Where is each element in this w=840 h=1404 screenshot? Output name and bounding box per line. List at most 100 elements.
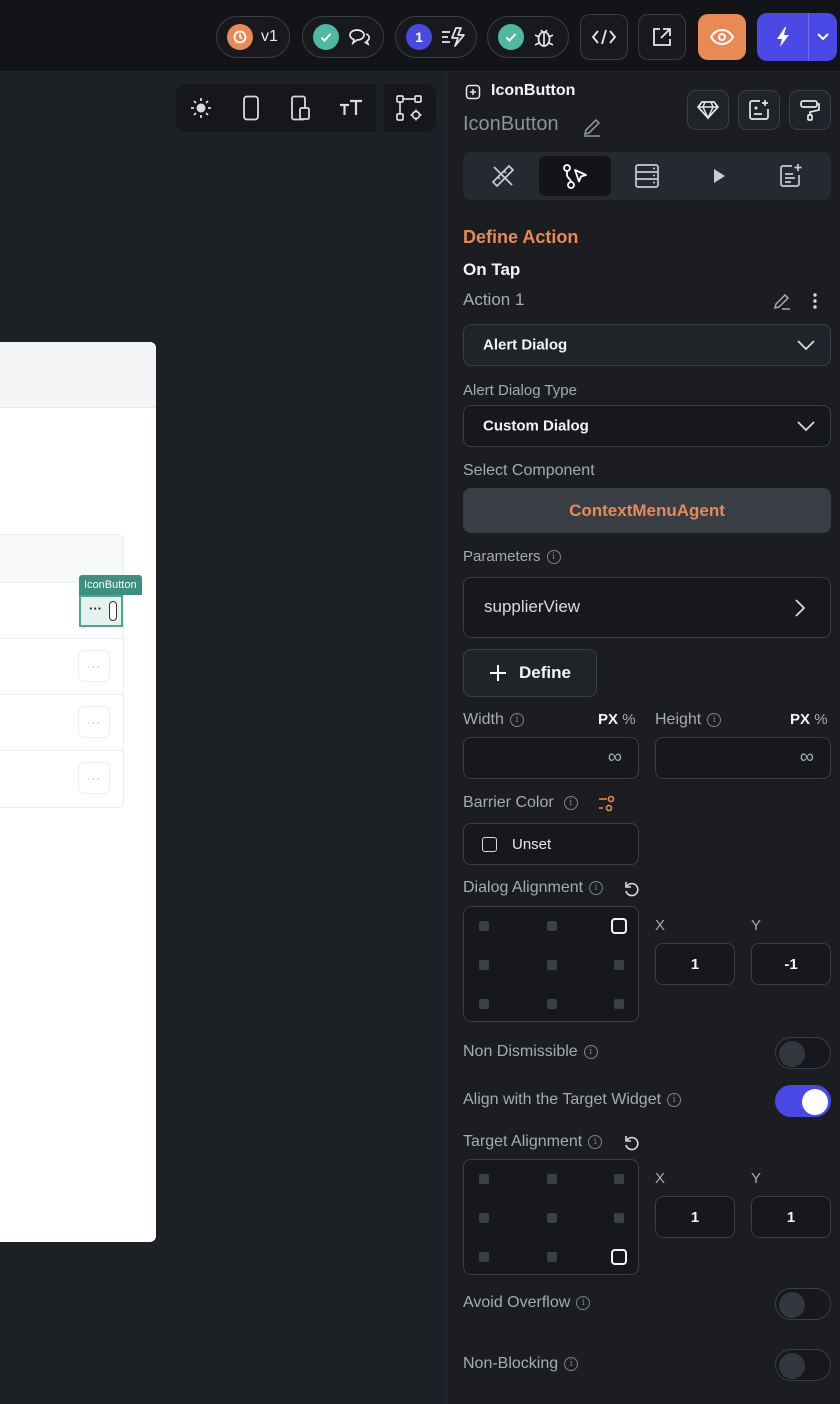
select-component-label: Select Component: [463, 462, 595, 479]
dialog-y-input[interactable]: -1: [751, 943, 831, 985]
paint-roller-icon: [800, 100, 820, 121]
check-icon: [313, 24, 339, 50]
add-to-component-button[interactable]: [738, 90, 780, 130]
align-top-center[interactable]: [547, 1174, 557, 1184]
width-unit-toggle[interactable]: PX %: [598, 711, 636, 728]
code-icon: [591, 29, 617, 45]
align-center[interactable]: [547, 960, 557, 970]
tab-actions[interactable]: [539, 156, 611, 196]
define-action-heading: Define Action: [463, 227, 579, 247]
resize-handle[interactable]: [109, 601, 117, 621]
align-bottom-center[interactable]: [547, 1252, 557, 1262]
reset-icon[interactable]: [623, 880, 641, 898]
target-alignment-grid[interactable]: [463, 1159, 639, 1275]
action-flow-icon: [563, 164, 587, 189]
dialog-alignment-grid[interactable]: [463, 906, 639, 1022]
canvas-toolbar: [176, 84, 436, 132]
component-select-button[interactable]: ContextMenuAgent: [463, 488, 831, 533]
check-icon: [498, 24, 524, 50]
align-target-toggle[interactable]: [775, 1085, 831, 1117]
chevron-down-icon: [797, 340, 815, 351]
align-center-right[interactable]: [614, 1213, 624, 1223]
avoid-overflow-label: Avoid Overflow i: [463, 1294, 591, 1312]
run-button[interactable]: [757, 13, 837, 61]
selected-widget-tag: IconButton: [79, 575, 142, 595]
device-preview[interactable]: ··· ··· ···: [0, 342, 156, 1242]
edit-action-icon[interactable]: [772, 291, 792, 311]
align-center[interactable]: [547, 1213, 557, 1223]
widget-type-label: IconButton: [491, 82, 576, 99]
phone-view-button[interactable]: [226, 84, 276, 132]
target-y-label: Y: [751, 1170, 762, 1187]
action-type-select[interactable]: Alert Dialog: [463, 324, 831, 366]
flow-settings-button[interactable]: [384, 84, 434, 132]
align-center-right[interactable]: [614, 960, 624, 970]
non-dismissible-toggle[interactable]: [775, 1037, 831, 1069]
doc-add-icon: [780, 164, 802, 187]
align-bottom-left[interactable]: [479, 999, 489, 1009]
align-bottom-right-selected[interactable]: [611, 1249, 627, 1265]
actions-pill[interactable]: 1: [395, 16, 477, 58]
selected-icon-button[interactable]: ···: [79, 595, 123, 627]
parameter-name: supplierView: [484, 597, 581, 616]
align-top-left[interactable]: [479, 1174, 489, 1184]
info-icon: i: [564, 1356, 579, 1371]
text-scale-button[interactable]: [326, 84, 376, 132]
tablet-view-button[interactable]: [276, 84, 326, 132]
chevron-down-icon[interactable]: [809, 13, 837, 61]
tab-properties[interactable]: [467, 156, 539, 196]
tab-documentation[interactable]: [755, 156, 827, 196]
align-top-right[interactable]: [614, 1174, 624, 1184]
info-icon: i: [707, 712, 722, 727]
align-center-left[interactable]: [479, 1213, 489, 1223]
info-icon: i: [576, 1295, 591, 1310]
tab-backend-query[interactable]: [611, 156, 683, 196]
debug-pill[interactable]: [487, 16, 569, 58]
reset-icon[interactable]: [623, 1134, 641, 1152]
dialog-y-label: Y: [751, 917, 762, 934]
edit-name-icon[interactable]: [581, 116, 603, 138]
align-top-center[interactable]: [547, 921, 557, 931]
info-icon: i: [583, 1044, 598, 1059]
top-toolbar: v1 1: [0, 0, 840, 72]
variable-binding-icon[interactable]: [597, 795, 617, 813]
open-external-button[interactable]: [638, 14, 686, 60]
align-top-right-selected[interactable]: [611, 918, 627, 934]
preview-button[interactable]: [698, 14, 746, 60]
target-y-input[interactable]: 1: [751, 1196, 831, 1238]
row-menu-button[interactable]: ···: [78, 650, 110, 682]
align-bottom-right[interactable]: [614, 999, 624, 1009]
define-parameter-button[interactable]: Define: [463, 649, 597, 697]
height-label: Height i: [655, 711, 722, 729]
align-top-left[interactable]: [479, 921, 489, 931]
align-bottom-center[interactable]: [547, 999, 557, 1009]
widget-type-icon: [465, 84, 481, 100]
more-vert-icon[interactable]: [811, 291, 819, 311]
dialog-x-input[interactable]: 1: [655, 943, 735, 985]
align-bottom-left[interactable]: [479, 1252, 489, 1262]
tab-animations[interactable]: [683, 156, 755, 196]
component-add-icon: [749, 100, 769, 120]
height-input[interactable]: ∞: [655, 737, 831, 779]
info-icon: i: [509, 712, 524, 727]
row-menu-button[interactable]: ···: [78, 762, 110, 794]
row-menu-button[interactable]: ···: [78, 706, 110, 738]
width-label: Width i: [463, 711, 524, 729]
target-x-input[interactable]: 1: [655, 1196, 735, 1238]
code-button[interactable]: [580, 14, 628, 60]
avoid-overflow-toggle[interactable]: [775, 1288, 831, 1320]
premium-button[interactable]: [687, 90, 729, 130]
version-pill[interactable]: v1: [216, 16, 290, 58]
non-blocking-toggle[interactable]: [775, 1349, 831, 1381]
comments-pill[interactable]: [302, 16, 384, 58]
wrap-widget-button[interactable]: [789, 90, 831, 130]
align-center-left[interactable]: [479, 960, 489, 970]
theme-toggle-button[interactable]: [176, 84, 226, 132]
barrier-color-picker[interactable]: Unset: [463, 823, 639, 865]
height-unit-toggle[interactable]: PX %: [790, 711, 828, 728]
chevron-right-icon: [795, 599, 806, 617]
alert-dialog-type-select[interactable]: Custom Dialog: [463, 405, 831, 447]
width-input[interactable]: ∞: [463, 737, 639, 779]
flow-icon: [442, 27, 465, 47]
parameter-item[interactable]: supplierView: [463, 577, 831, 638]
